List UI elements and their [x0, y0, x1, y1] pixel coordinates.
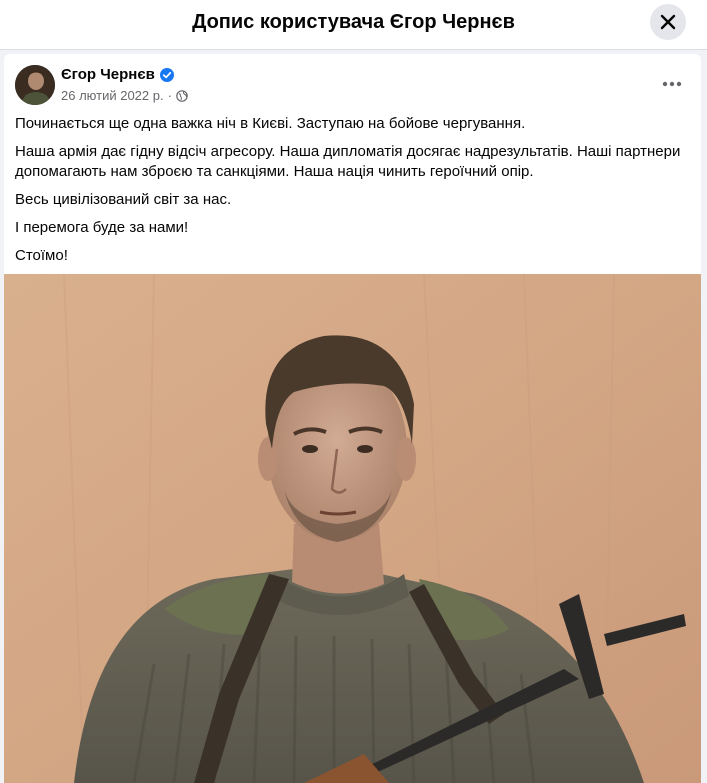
post-text: Починається ще одна важка ніч в Києві. З…	[15, 114, 685, 274]
avatar[interactable]	[15, 65, 55, 105]
post-paragraph: Стоїмо!	[15, 247, 68, 264]
post-date[interactable]: 26 лютий 2022 р.	[61, 88, 164, 103]
verified-badge-icon	[159, 67, 174, 82]
more-options-button[interactable]	[658, 70, 686, 98]
author-name[interactable]: Єгор Чернєв	[61, 66, 155, 83]
post-paragraph: Починається ще одна важка ніч в Києві. З…	[15, 115, 526, 132]
post-paragraph: Наша армія дає гідну відсіч агресору. На…	[15, 143, 681, 180]
post-paragraph: Весь цивілізований світ за нас.	[15, 191, 232, 208]
close-icon	[660, 14, 676, 30]
post-photo-image	[4, 274, 701, 783]
globe-icon	[176, 89, 188, 102]
dialog-title: Допис користувача Єгор Чернєв	[192, 11, 515, 33]
meta-separator: ·	[167, 88, 172, 103]
dialog-header: Допис користувача Єгор Чернєв	[0, 0, 707, 50]
post-card: Єгор Чернєв 26 лютий 2022 р. · Починаєть…	[4, 54, 701, 783]
post-photo[interactable]	[4, 274, 701, 783]
more-horizontal-icon	[662, 81, 682, 87]
author-row: Єгор Чернєв	[61, 66, 174, 83]
post-meta: 26 лютий 2022 р. ·	[61, 88, 188, 103]
close-button[interactable]	[650, 4, 686, 40]
post-paragraph: І перемога буде за нами!	[15, 219, 189, 236]
